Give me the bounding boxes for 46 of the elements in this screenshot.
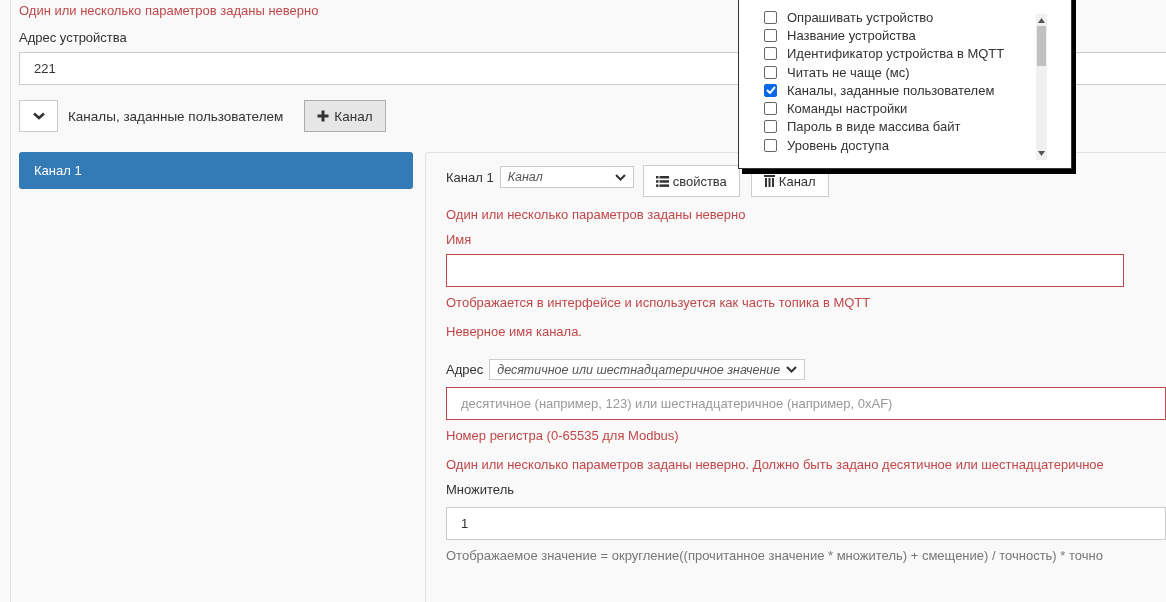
checkbox[interactable] (764, 83, 777, 97)
format-select[interactable]: десятичное или шестнадцатеричное значение (489, 359, 806, 380)
error-message: Один или несколько параметров заданы неверно. Должно быть задано десятичное или шестнадцатеричное (446, 457, 1104, 472)
channel-label: Канал 1 (446, 169, 494, 185)
option-label: Название устройства (787, 27, 916, 43)
scroll-up-icon (1038, 18, 1045, 23)
collapse-button[interactable] (19, 100, 58, 132)
checkbox[interactable] (764, 10, 777, 24)
scrollbar[interactable] (1036, 14, 1047, 160)
caret-icon (786, 366, 798, 373)
chevron-icon (32, 112, 45, 120)
checkbox[interactable] (764, 138, 777, 152)
section-title: Каналы, заданные пользователем (68, 108, 284, 124)
scroll-down-icon (1038, 151, 1045, 156)
checkbox[interactable] (764, 102, 777, 116)
checkbox[interactable] (764, 28, 777, 42)
field-label: Адрес (446, 362, 484, 377)
text-field[interactable] (446, 254, 1124, 287)
list-icon (655, 175, 669, 187)
field-label: Адрес устройства (19, 30, 127, 47)
option-label: Команды настройки (787, 101, 908, 117)
channel-tab[interactable]: Канал 1 (19, 152, 413, 189)
field-label: Множитель (446, 482, 514, 499)
checkbox[interactable] (764, 47, 777, 61)
option-label: Уровень доступа (787, 137, 889, 153)
help-text: Отображается в интерфейсе и используется как часть топика в MQTT (446, 295, 871, 310)
checkbox[interactable] (764, 120, 777, 134)
address-field[interactable]: десятичное (например, 123) или шестнадцатеричное (например, 0xAF) (446, 387, 1166, 420)
scrollbar-thumb[interactable] (1037, 26, 1046, 66)
option-label: Опрашивать устройство (787, 9, 934, 25)
type-select[interactable]: Канал (499, 166, 634, 188)
option-label: Каналы, заданные пользователем (787, 82, 995, 98)
caret-icon (614, 173, 626, 181)
add-channel-button[interactable]: Канал (304, 100, 386, 132)
checkbox[interactable] (764, 65, 777, 79)
text-field[interactable]: 1 (446, 507, 1166, 540)
option-label: Читать не чаще (мс) (787, 64, 910, 80)
properties-button[interactable]: свойства (642, 165, 740, 197)
option-label: Пароль в виде массива байт (787, 119, 961, 135)
plus-icon (317, 110, 330, 122)
error-message: Неверное имя канала. (446, 324, 582, 339)
help-text: Отображаемое значение = округление((прочитанное значение * множитель) + смещение) / точность) * точно (446, 548, 1103, 563)
field-label: Имя (446, 232, 472, 249)
help-text: Номер регистра (0-65535 для Modbus) (446, 428, 679, 443)
error-message: Один или несколько параметров заданы неверно (19, 3, 319, 20)
error-message: Один или несколько параметров заданы неверно (446, 207, 746, 222)
